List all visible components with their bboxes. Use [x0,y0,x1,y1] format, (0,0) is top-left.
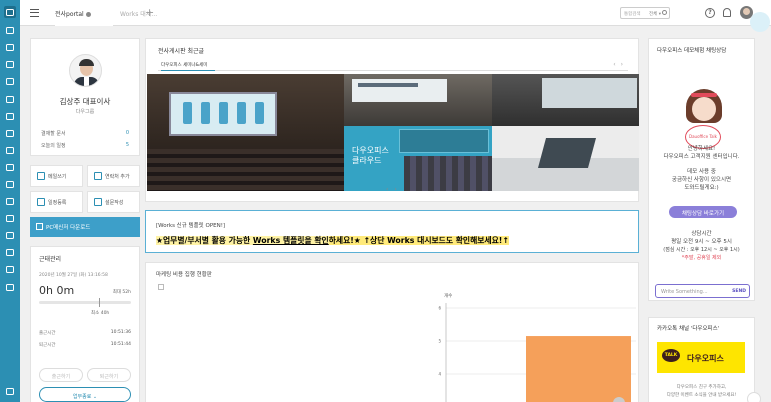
chat-consult-card: 다우오피스 데모체험 채팅상담 Dauoffice Talk 안녕하세요! 다우… [648,38,755,301]
folder-icon[interactable] [4,161,16,173]
doc-icon[interactable] [4,127,16,139]
floating-indicator [750,12,770,32]
calendar-icon[interactable] [4,93,16,105]
check-icon[interactable] [4,24,16,36]
add-schedule-button[interactable]: 일정등록 [30,191,83,213]
send-button[interactable]: SEND [732,289,746,294]
menu-icon[interactable] [30,9,39,17]
y-tick-label: 6 [438,306,441,311]
post-photo-5[interactable] [492,126,639,191]
list-icon[interactable] [4,75,16,87]
add-contact-button[interactable]: 연락처 추가 [87,165,140,187]
search-input[interactable]: 통합검색 전체 ▾ [620,7,670,19]
marketing-chart-card: 마케팅 비용 집행 현황판 개수 6543 [145,262,639,402]
notice-head: [Works 신규 템플릿 OPEN!] [156,223,226,229]
profile-name: 김상주 대표이사 [59,97,111,106]
approval-count: 0 [125,130,129,136]
calendar-small-icon [37,198,45,206]
profile-org: 다우그룹 [75,109,95,115]
scroll-top-icon[interactable] [613,397,625,402]
table-icon[interactable] [4,229,16,241]
close-icon[interactable] [747,392,761,402]
board-tab-seminar[interactable]: 다우오피스 세미나&세미 [161,61,216,71]
archive-icon[interactable] [4,144,16,156]
add-tab-icon[interactable]: + [145,6,154,19]
chart-bar[interactable] [526,336,631,402]
max-hours: 최대 52h [112,290,131,295]
min-hours: 최소 40h [91,311,110,316]
board-tab-arrows[interactable]: ‹› [613,61,628,68]
board-tabs: 다우오피스 세미나&세미 ‹› [158,61,628,71]
quick-menu: 메일쓰기 연락처 추가 일정등록 설문작성 PC메신저 다운로드 [30,165,140,238]
y-tick-label: 5 [438,339,441,344]
profile-card: 김상주 대표이사 다우그룹 결재할 문서 0 오늘의 일정 5 [30,38,140,156]
template-link[interactable]: Works 템플릿을 확인 [252,236,329,245]
search-icon[interactable] [662,10,667,15]
building-icon[interactable] [4,212,16,224]
post-photo-2[interactable] [344,74,492,126]
notice-text: ★업무별/부서별 활용 가능한 Works 템플릿을 확인하세요!★ ↑상단 W… [156,236,509,245]
home-icon[interactable] [4,6,16,18]
kakao-channel-card: 카카오톡 채널 '다우오피스' TALK 다우오피스 다우오피스 친구 추가하고… [648,317,755,402]
post-photo-3[interactable] [492,74,639,126]
work-end-dropdown[interactable]: 업무종료 ⌄ [39,387,131,402]
link-icon[interactable] [4,246,16,258]
y-tick-label: 4 [438,372,441,377]
search-scope-dropdown[interactable]: 전체 ▾ [649,11,661,17]
profile-avatar [69,54,102,87]
kakao-title: 카카오톡 채널 '다우오피스' [657,326,720,332]
check-in-button[interactable]: 출근하기 [39,368,83,382]
contact-icon [94,172,102,180]
tab-settings-icon[interactable] [85,12,91,17]
attendance-card: 근태관리 2020년 10월 27일 (화) 13:16:58 0h 0m 최대… [30,246,140,402]
person-icon[interactable] [4,41,16,53]
create-survey-button[interactable]: 설문작성 [87,191,140,213]
download-icon [36,223,43,230]
chat-input[interactable]: Write Something... SEND [655,284,750,298]
check-in-row: 출근시간 10:51:36 [39,330,131,336]
work-progress-bar [39,301,131,304]
post-photo-1[interactable] [147,74,344,191]
gallery-pager[interactable]: ‹› [386,186,403,193]
photo-caption: 다우오피스 클라우드 [352,146,389,165]
check-out-button[interactable]: 퇴근하기 [87,368,131,382]
kakao-talk-icon: TALK [662,349,680,362]
attendance-title: 근태관리 [39,256,62,263]
notice-banner[interactable]: [Works 신규 템플릿 OPEN!] ★업무별/부서별 활용 가능한 Wor… [145,210,639,253]
survey-icon [94,198,102,206]
write-mail-button[interactable]: 메일쓰기 [30,165,83,187]
consult-title: 다우오피스 데모체험 채팅상담 [657,48,727,54]
attendance-date: 2020년 10월 27일 (화) 13:16:58 [39,273,108,278]
bell-icon[interactable] [723,8,731,17]
pc-messenger-download-button[interactable]: PC메신저 다운로드 [30,217,140,237]
approval-doc-row[interactable]: 결재할 문서 0 [41,130,129,137]
board-title: 전사게시판 최근글 [158,48,205,55]
mail-icon [37,172,45,180]
kakao-channel-banner[interactable]: TALK 다우오피스 [657,342,745,373]
post-photo-4[interactable]: 다우오피스 클라우드 [344,126,492,191]
worked-time: 0h 0m [39,284,75,297]
help-icon[interactable]: ? [705,8,715,18]
check-out-row: 퇴근시간 10:51:44 [39,342,131,348]
tab-portal[interactable]: 전사portal [55,0,113,26]
grid-icon[interactable] [4,58,16,70]
link2-icon[interactable] [4,263,16,275]
today-schedule-row[interactable]: 오늘의 일정 5 [41,142,129,149]
bag-icon[interactable] [4,195,16,207]
clock-icon[interactable] [4,178,16,190]
min-hours-marker [99,298,100,307]
company-board-card: 전사게시판 최근글 다우오피스 세미나&세미 ‹› 다우오피스 클라우드 ‹› [145,38,639,202]
schedule-count: 5 [125,142,129,148]
mascot-illustration [684,89,724,129]
top-bar: 전사portal Works 대시… + 통합검색 전체 ▾ ? [20,0,771,26]
bar-chart: 6543 [438,303,636,402]
link3-icon[interactable] [4,281,16,293]
chat-icon[interactable] [4,110,16,122]
left-icon-bar [0,0,20,402]
org-icon[interactable] [4,385,16,397]
chat-consult-button[interactable]: 채팅상담 바로가기 [669,206,737,218]
